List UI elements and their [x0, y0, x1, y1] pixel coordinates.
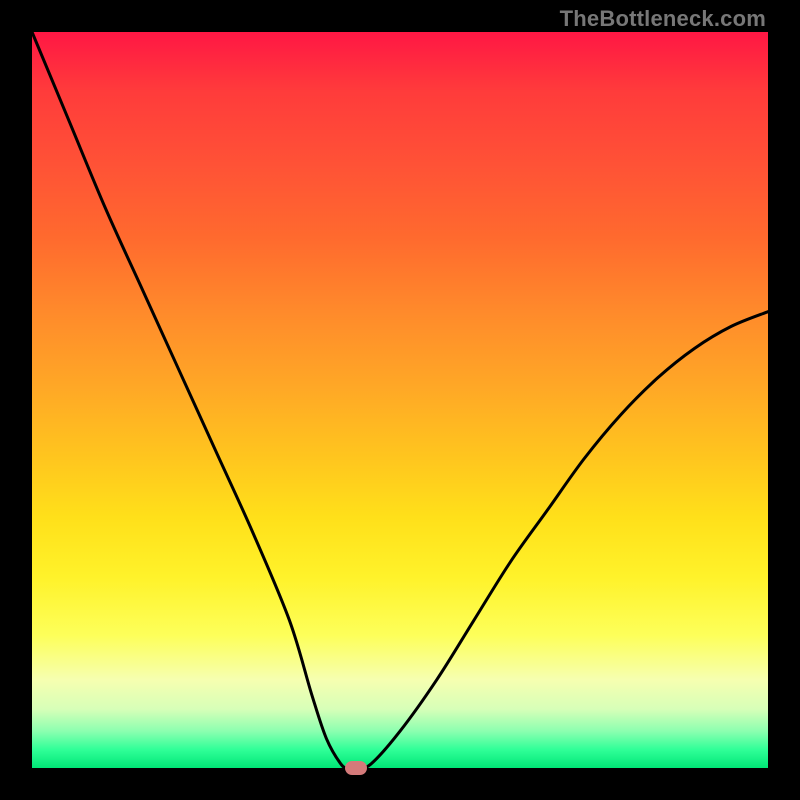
optimal-point-marker — [345, 761, 367, 775]
watermark-text: TheBottleneck.com — [560, 6, 766, 32]
bottleneck-curve — [32, 32, 768, 768]
chart-frame: TheBottleneck.com — [0, 0, 800, 800]
